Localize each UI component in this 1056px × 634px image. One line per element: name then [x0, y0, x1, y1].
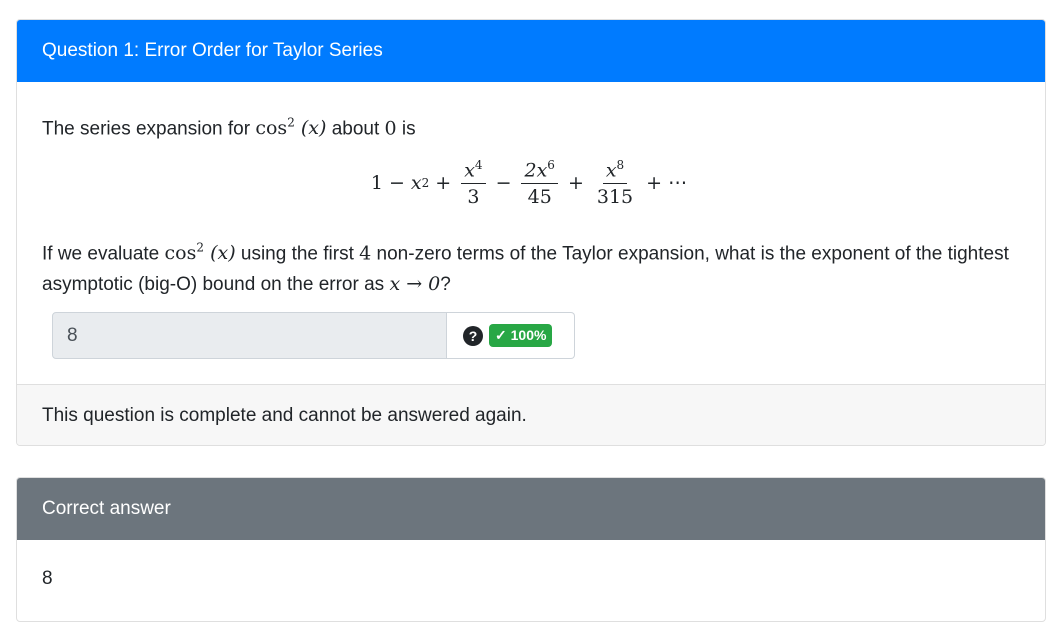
intro-middle: about [326, 118, 385, 140]
question-card: Question 1: Error Order for Taylor Serie… [16, 19, 1046, 446]
correct-answer-header: Correct answer [17, 478, 1045, 540]
series-formula: 1 − x2 + x4 3 − 2x6 45 + x8 315 + ⋯ [370, 158, 688, 209]
answer-value: 8 [67, 324, 78, 346]
correct-answer-value: 8 [42, 568, 53, 589]
correct-answer-title: Correct answer [42, 498, 171, 519]
question-footer: This question is complete and cannot be … [17, 384, 1045, 445]
answer-input-group: 8 ? ✓ 100% [52, 312, 575, 359]
fraction-2x6-45: 2x6 45 [521, 158, 558, 208]
question-header: Question 1: Error Order for Taylor Serie… [17, 20, 1045, 82]
fraction-x8-315: x8 315 [596, 158, 634, 209]
question-title: Question 1: Error Order for Taylor Serie… [42, 40, 383, 61]
score-badge: ✓ 100% [489, 324, 553, 347]
intro-func: cos2 (x) [255, 116, 327, 140]
correct-answer-card: Correct answer 8 [16, 477, 1046, 622]
intro-text: The series expansion for [42, 118, 256, 140]
completion-message: This question is complete and cannot be … [42, 405, 527, 426]
answer-addon: ? ✓ 100% [447, 312, 575, 359]
fraction-x4-3: x4 3 [461, 158, 486, 208]
question-prompt: If we evaluate cos2 (x) using the first … [42, 241, 1009, 296]
question-intro: The series expansion for cos2 (x) about … [42, 108, 416, 144]
intro-after: is [396, 118, 416, 140]
answer-input[interactable]: 8 [52, 312, 447, 359]
intro-point: 0 [384, 117, 397, 140]
question-circle-icon[interactable]: ? [463, 325, 483, 346]
